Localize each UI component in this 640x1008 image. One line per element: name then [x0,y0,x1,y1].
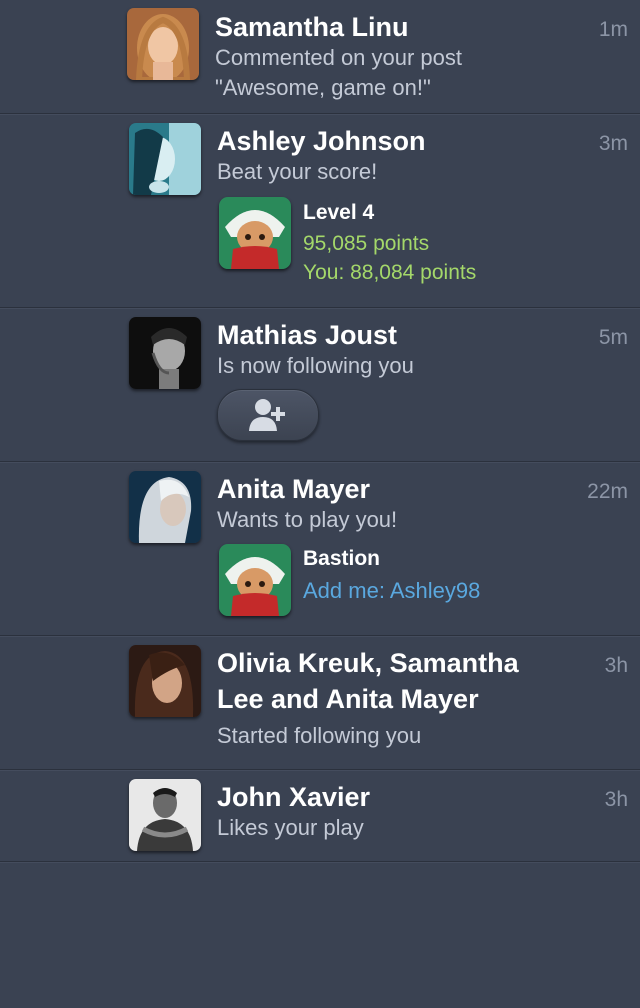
add-me-link[interactable]: Add me: Ashley98 [303,577,480,605]
game-icon[interactable] [219,544,291,616]
score-points: 95,085 points [303,232,430,255]
notification-description: Is now following you [217,353,414,378]
notification-description: Likes your play [217,815,364,840]
notification-item[interactable]: Ashley Johnson Beat your score! 3m Level… [0,114,640,308]
avatar[interactable] [129,317,201,389]
notification-time: 1m [598,18,628,41]
your-score-points: You: 88,084 points [303,261,477,284]
avatar[interactable] [129,645,201,717]
notification-name: Samantha Linu [215,12,409,42]
notification-description: Commented on your post [215,45,463,70]
add-friend-icon [249,399,285,431]
notification-name: Ashley Johnson [217,126,426,156]
notification-name: Olivia Kreuk, Samantha [217,648,519,678]
notification-time: 5m [598,326,628,349]
notification-item[interactable]: Samantha Linu Commented on your post "Aw… [0,0,640,114]
notification-item[interactable]: Anita Mayer Wants to play you! 22m Basti… [0,462,640,636]
notification-feed: Samantha Linu Commented on your post "Aw… [0,0,640,862]
notification-name-continued: Lee and Anita Mayer [217,684,479,714]
game-title: Bastion [303,547,381,570]
notification-item[interactable]: John Xavier Likes your play 3h [0,770,640,862]
avatar[interactable] [129,471,201,543]
avatar[interactable] [127,8,199,80]
game-title: Level 4 [303,201,375,224]
follow-back-button[interactable] [217,389,319,441]
notification-time: 3m [598,132,628,155]
notification-name: Mathias Joust [217,320,398,350]
avatar[interactable] [129,123,201,195]
notification-item[interactable]: Mathias Joust Is now following you 5m [0,308,640,462]
notification-comment: "Awesome, game on!" [215,75,431,100]
avatar[interactable] [129,779,201,851]
notification-description: Beat your score! [217,159,378,184]
notification-name: John Xavier [217,782,371,812]
notification-item[interactable]: Olivia Kreuk, Samantha Lee and Anita May… [0,636,640,770]
notification-time: 3h [604,654,628,677]
notification-time: 3h [604,788,628,811]
notification-description: Wants to play you! [217,507,398,532]
notification-description: Started following you [217,723,422,748]
notification-name: Anita Mayer [217,474,371,504]
game-icon[interactable] [219,197,291,269]
notification-time: 22m [587,480,628,503]
